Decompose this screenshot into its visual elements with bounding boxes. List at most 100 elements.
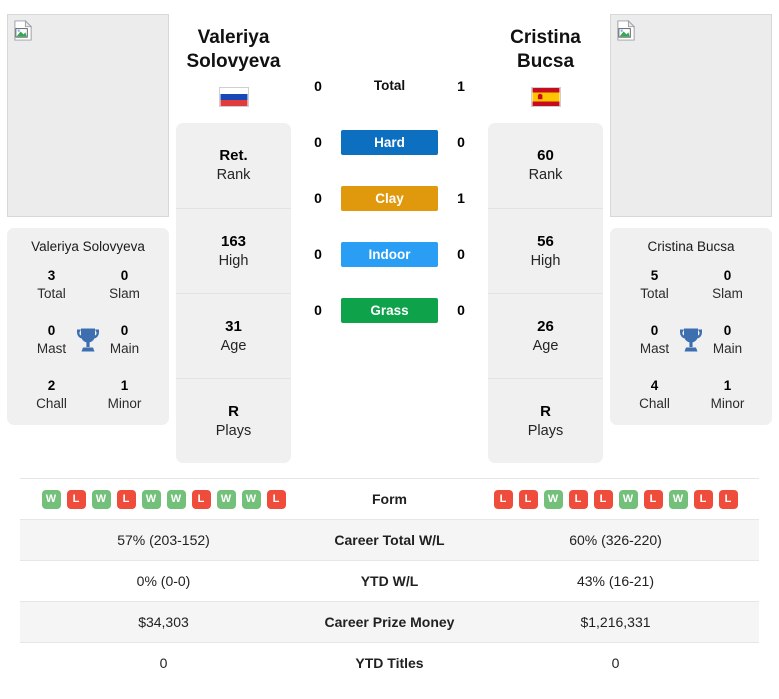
left-title-main: 0 Main [88, 323, 161, 356]
right-player-outer-column: Cristina Bucsa 5 Total 0 Slam 0 Mast 0 M… [603, 0, 779, 426]
surface-badge-clay[interactable]: Clay [341, 185, 438, 211]
table-row-career-prize-money: $34,303 Career Prize Money $1,216,331 [20, 601, 759, 643]
left-title-total-value: 3 [47, 268, 56, 283]
right-form-badge-3[interactable]: L [568, 489, 588, 509]
left-player-inner-column: Valeriya Solovyeva Ret. Rank 163 High 31… [176, 0, 291, 463]
right-form-badge-7[interactable]: W [668, 489, 688, 509]
h2h-grass-left: 0 [314, 302, 322, 318]
russia-flag-icon [218, 86, 249, 107]
right-title-chall-value: 4 [650, 378, 659, 394]
left-form-badge-7[interactable]: W [216, 489, 236, 509]
left-stat-stack: Ret. Rank 163 High 31 Age R Plays [176, 122, 291, 463]
player-comparison-page: Valeriya Solovyeva 3 Total 0 Slam 0 Mast [0, 0, 779, 699]
right-career-prize-money: $1,216,331 [472, 601, 759, 643]
left-form-badge-8[interactable]: W [241, 489, 261, 509]
h2h-total-left: 0 [314, 78, 322, 94]
right-form-badge-6[interactable]: L [643, 489, 663, 509]
row-label-ytd-titles: YTD Titles [307, 642, 472, 684]
left-form-badge-3[interactable]: L [116, 489, 136, 509]
right-title-chall: 4 Chall [618, 378, 691, 411]
h2h-row-total: 0 Total 1 [291, 58, 488, 114]
right-stat-age-value: 26 [537, 317, 554, 335]
surface-badge-grass[interactable]: Grass [341, 297, 438, 323]
left-stat-rank-label: Rank [216, 167, 251, 184]
left-form-badge-2[interactable]: W [91, 489, 111, 509]
left-flag-wrap [176, 86, 291, 107]
h2h-row-indoor: 0 Indoor 0 [291, 226, 488, 282]
right-form-badge-4[interactable]: L [593, 489, 613, 509]
h2h-grass-right: 0 [457, 302, 465, 318]
left-stat-high: 163 High [176, 207, 291, 293]
right-title-chall-label: Chall [639, 395, 670, 411]
h2h-hard-left: 0 [314, 134, 322, 150]
h2h-clay-right: 1 [457, 190, 465, 206]
right-stat-plays: R Plays [488, 377, 603, 463]
h2h-indoor-left: 0 [314, 246, 322, 262]
left-title-mast-label: Mast [36, 340, 67, 356]
h2h-grass-mid: Grass [341, 297, 438, 323]
right-title-total-label: Total [640, 285, 669, 301]
h2h-indoor-right: 0 [457, 246, 465, 262]
left-form-badge-9[interactable]: L [266, 489, 286, 509]
spain-flag-icon [530, 86, 561, 107]
left-stat-plays: R Plays [176, 377, 291, 463]
right-form-badge-9[interactable]: L [718, 489, 738, 509]
right-player-name-line2: Bucsa [516, 51, 575, 73]
right-title-mast-value: 0 [650, 323, 659, 339]
h2h-row-grass: 0 Grass 0 [291, 282, 488, 338]
right-stat-rank-value: 60 [537, 147, 554, 165]
right-career-total-wl: 60% (326-220) [472, 519, 759, 561]
right-form-badge-8[interactable]: L [693, 489, 713, 509]
right-ytd-wl: 43% (16-21) [472, 560, 759, 602]
row-label-career-prize-money: Career Prize Money [307, 601, 472, 643]
row-label-career-total-wl: Career Total W/L [307, 519, 472, 561]
right-stat-high: 56 High [488, 207, 603, 293]
left-titles-card: Valeriya Solovyeva 3 Total 0 Slam 0 Mast [7, 228, 169, 426]
h2h-hard-right: 0 [457, 134, 465, 150]
right-form-badge-2[interactable]: W [543, 489, 563, 509]
right-ytd-titles: 0 [472, 642, 759, 684]
right-stat-age-label: Age [532, 337, 559, 354]
right-form-badge-1[interactable]: L [518, 489, 538, 509]
left-form-badge-6[interactable]: L [191, 489, 211, 509]
right-player-photo [610, 14, 772, 217]
surface-badge-hard[interactable]: Hard [341, 129, 438, 155]
right-title-total: 5 Total [618, 268, 691, 301]
right-stat-high-value: 56 [537, 232, 554, 250]
h2h-clay-mid: Clay [341, 185, 438, 211]
right-title-minor: 1 Minor [691, 378, 764, 411]
table-row-ytd-titles: 0 YTD Titles 0 [20, 642, 759, 684]
left-titles-grid: 3 Total 0 Slam 0 Mast 0 Main 2 Chall 1 M… [15, 268, 161, 411]
right-form-badge-5[interactable]: W [618, 489, 638, 509]
left-career-total-wl: 57% (203-152) [20, 519, 307, 561]
left-player-name: Valeriya Solovyeva [176, 26, 291, 75]
left-title-slam-value: 0 [120, 268, 129, 283]
left-form-badge-4[interactable]: W [141, 489, 161, 509]
left-stat-plays-value: R [228, 402, 239, 420]
surface-badge-indoor[interactable]: Indoor [341, 241, 438, 267]
left-stat-age-value: 31 [225, 317, 242, 335]
left-ytd-wl: 0% (0-0) [20, 560, 307, 602]
right-stat-rank-label: Rank [528, 167, 563, 184]
right-stat-plays-label: Plays [527, 422, 564, 439]
comparison-top-area: Valeriya Solovyeva 3 Total 0 Slam 0 Mast [0, 0, 779, 478]
left-form-badge-0[interactable]: W [41, 489, 61, 509]
right-title-slam: 0 Slam [691, 268, 764, 301]
right-player-inner-column: Cristina Bucsa 60 Rank 56 High 26 Age R … [488, 0, 603, 463]
right-titles-card: Cristina Bucsa 5 Total 0 Slam 0 Mast 0 M… [610, 228, 772, 426]
left-title-total-label: Total [37, 285, 66, 301]
row-label-form: Form [307, 478, 472, 520]
comparison-stats-table: WLWLWWLWWL Form LLWLLWLWLL 57% (203-152)… [20, 478, 759, 684]
h2h-indoor-mid: Indoor [341, 241, 438, 267]
right-title-slam-label: Slam [712, 285, 743, 301]
h2h-hard-mid: Hard [341, 129, 438, 155]
right-form-badge-0[interactable]: L [493, 489, 513, 509]
left-form-badge-5[interactable]: W [166, 489, 186, 509]
left-form-badge-1[interactable]: L [66, 489, 86, 509]
left-title-mast-value: 0 [47, 323, 56, 339]
left-title-chall-label: Chall [36, 395, 67, 411]
left-title-slam: 0 Slam [88, 268, 161, 301]
left-stat-high-label: High [218, 252, 249, 269]
table-row-career-total-wl: 57% (203-152) Career Total W/L 60% (326-… [20, 519, 759, 561]
right-title-minor-value: 1 [723, 378, 732, 394]
